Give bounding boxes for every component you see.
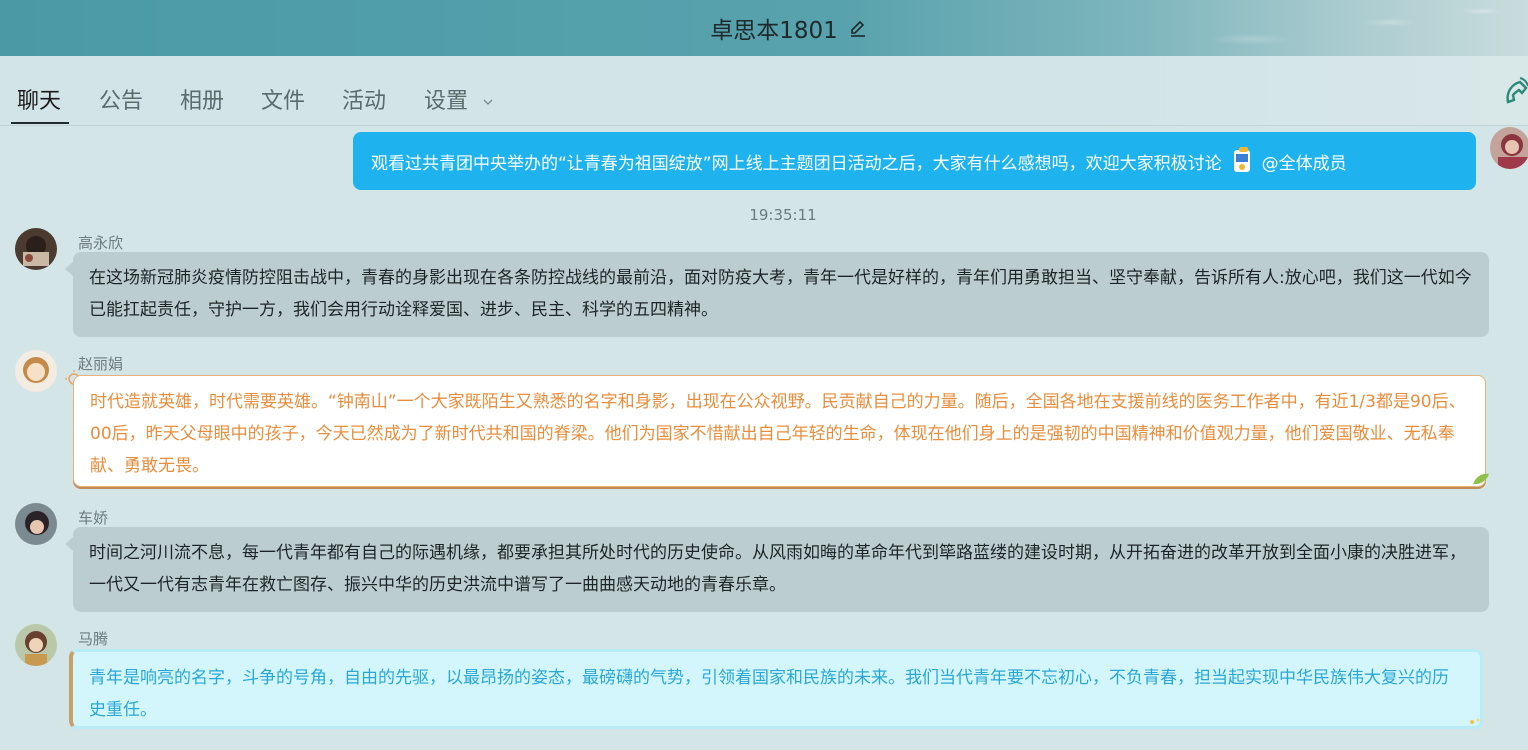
message-text: 在这场新冠肺炎疫情防控阻击战中，青春的身影出现在各条防控战线的最前沿，面对防疫大…	[89, 268, 1472, 320]
self-avatar[interactable]	[1490, 127, 1528, 169]
sender-name: 车娇	[78, 509, 109, 527]
message-text: 青年是响亮的名字，斗争的号角，自由的先驱，以最昂扬的姿态，最磅礴的气势，引领着国…	[89, 668, 1449, 720]
message-text: 时间之河川流不息，每一代青年都有自己的际遇机缘，都要承担其所处时代的历史使命。从…	[89, 543, 1466, 595]
leaf-decoration-icon	[1473, 473, 1489, 485]
tab-settings-label: 设置	[424, 89, 469, 114]
tab-album[interactable]: 相册	[180, 83, 224, 115]
avatar[interactable]	[15, 350, 57, 392]
active-tab-indicator	[11, 122, 69, 124]
edit-icon[interactable]	[848, 18, 868, 38]
message-bubble[interactable]: 青年是响亮的名字，斗争的号角，自由的先驱，以最昂扬的姿态，最磅礴的气势，引领着国…	[69, 649, 1483, 729]
self-message-bubble[interactable]: 观看过共青团中央举办的“让青春为祖国绽放”网上线上主题团日活动之后，大家有什么感…	[353, 132, 1476, 190]
sender-name: 赵丽娟	[78, 355, 124, 373]
message-timestamp: 19:35:11	[749, 206, 817, 224]
sparkle-decoration-icon	[1470, 718, 1480, 724]
tab-announcement[interactable]: 公告	[99, 83, 143, 115]
avatar[interactable]	[15, 624, 57, 666]
avatar[interactable]	[15, 744, 57, 750]
tab-settings[interactable]: 设置	[424, 83, 493, 115]
tab-bar: 聊天 公告 相册 文件 活动 设置	[0, 56, 1528, 126]
bubble-tail	[65, 537, 73, 551]
phone-icon[interactable]	[1498, 76, 1528, 110]
self-message-text: 观看过共青团中央举办的“让青春为祖国绽放”网上线上主题团日活动之后，大家有什么感…	[371, 153, 1222, 174]
sender-name: 马腾	[78, 630, 109, 648]
tab-files[interactable]: 文件	[261, 83, 305, 115]
message-text: 时代造就英雄，时代需要英雄。“钟南山”一个大家既陌生又熟悉的名字和身影，出现在公…	[90, 392, 1466, 476]
mention-all[interactable]: @全体成员	[1262, 149, 1347, 174]
message-bubble[interactable]: 时代造就英雄，时代需要英雄。“钟南山”一个大家既陌生又熟悉的名字和身影，出现在公…	[73, 375, 1486, 487]
chevron-down-icon	[483, 99, 493, 105]
message-bubble[interactable]: 时间之河川流不息，每一代青年都有自己的际遇机缘，都要承担其所处时代的历史使命。从…	[73, 527, 1489, 612]
title-bar: 卓思本1801	[0, 0, 1528, 56]
tab-chat[interactable]: 聊天	[17, 83, 61, 115]
tab-activity[interactable]: 活动	[342, 83, 386, 115]
message-bubble[interactable]: 在这场新冠肺炎疫情防控阻击战中，青春的身影出现在各条防控战线的最前沿，面对防疫大…	[73, 252, 1489, 337]
avatar[interactable]	[15, 228, 57, 270]
bubble-tail	[65, 262, 73, 276]
group-title[interactable]: 卓思本1801	[710, 11, 838, 45]
sticker-emoji-icon	[1233, 147, 1250, 172]
sender-name: 高永欣	[78, 234, 124, 252]
avatar[interactable]	[15, 503, 57, 545]
